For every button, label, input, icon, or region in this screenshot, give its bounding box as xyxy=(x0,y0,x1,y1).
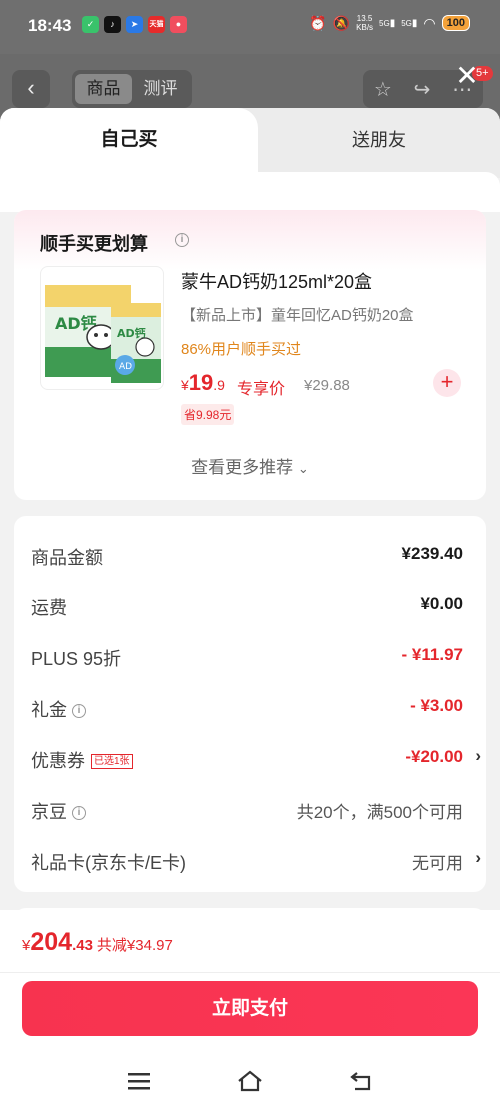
row-value: -¥20.00 xyxy=(405,747,463,766)
original-price: ¥29.88 xyxy=(304,377,350,394)
net-speed: 13.5 KB/s xyxy=(356,14,374,32)
tab-review[interactable]: 测评 xyxy=(132,74,189,104)
tmall-icon: 天猫 xyxy=(148,16,165,33)
row-goods-amount: 商品金额 ¥239.40 xyxy=(31,540,471,570)
purchase-percentage: 86%用户顺手买过 xyxy=(181,341,302,358)
signal-icon-2: 5G▮ xyxy=(401,17,418,29)
chevron-left-icon: ‹ xyxy=(27,75,35,100)
tiktok-icon: ♪ xyxy=(104,16,121,33)
status-time: 18:43 xyxy=(28,16,72,35)
home-icon[interactable] xyxy=(230,1066,270,1096)
total-reduction: 共减¥34.97 xyxy=(96,937,173,954)
status-right: ⏰ 🔕 13.5 KB/s 5G▮ 5G▮ ◠ 100 xyxy=(309,14,470,32)
background-header: ‹ 商品 测评 ☆ ↪ ⋯ xyxy=(0,54,500,114)
row-cash-gift: 礼金 i - ¥3.00 xyxy=(31,692,471,722)
row-label: 优惠券 已选1张 xyxy=(31,747,133,773)
chevron-right-icon: › xyxy=(475,746,481,765)
info-icon[interactable]: i xyxy=(72,806,87,821)
system-nav-bar xyxy=(0,1056,500,1111)
order-total: ¥204.43 共减¥34.97 xyxy=(22,928,173,956)
add-to-order-button[interactable]: + xyxy=(433,369,461,397)
row-label: 京豆 i xyxy=(31,798,87,824)
wechat-icon: ✓ xyxy=(82,16,99,33)
status-bar: 18:43 ✓ ♪ ➤ 天猫 ● ⏰ 🔕 13.5 KB/s 5G▮ 5G▮ ◠ … xyxy=(0,0,500,54)
row-value: 无可用 xyxy=(412,854,463,873)
product-name[interactable]: 蒙牛AD钙奶125ml*20盒 xyxy=(181,268,372,294)
bluebird-icon: ➤ xyxy=(126,16,143,33)
exclusive-price-label: 专享价 xyxy=(237,381,286,398)
row-value: - ¥11.97 xyxy=(401,645,463,664)
tab-gift-friend[interactable]: 送朋友 xyxy=(258,108,500,172)
row-gift-card[interactable]: 礼品卡(京东卡/E卡) 无可用 › xyxy=(31,845,481,875)
row-value: ¥239.40 xyxy=(401,544,463,563)
row-shipping: 运费 ¥0.00 xyxy=(31,590,471,620)
row-label: 礼金 i xyxy=(31,696,87,722)
share-icon[interactable]: ↪ xyxy=(414,77,431,102)
row-value: 共20个，满500个可用 xyxy=(296,803,463,822)
chevron-right-icon: › xyxy=(475,848,481,867)
addon-card: 顺手买更划算 i AD钙 AD钙 AD 蒙牛AD钙奶125ml*20盒 【新品上… xyxy=(14,210,486,500)
divider xyxy=(0,972,500,973)
savings-tag: 省9.98元 xyxy=(181,404,235,425)
svg-text:AD钙: AD钙 xyxy=(117,326,146,340)
alarm-icon: ⏰ xyxy=(309,14,327,31)
tab-product[interactable]: 商品 xyxy=(75,74,132,104)
price-summary-card: 商品金额 ¥239.40 运费 ¥0.00 PLUS 95折 - ¥11.97 … xyxy=(14,516,486,892)
svg-text:AD: AD xyxy=(119,362,132,372)
close-icon[interactable]: ✕ xyxy=(452,62,482,92)
addon-title: 顺手买更划算 xyxy=(40,234,148,254)
status-app-icons: ✓ ♪ ➤ 天猫 ● xyxy=(82,16,187,33)
row-label: 礼品卡(京东卡/E卡) xyxy=(31,853,186,873)
milk-box-illustration: AD钙 AD钙 AD xyxy=(45,285,161,383)
coupon-selected-tag: 已选1张 xyxy=(91,754,133,769)
product-price: ¥19.9 xyxy=(181,370,225,395)
wifi-icon: ◠ xyxy=(423,14,436,31)
star-icon[interactable]: ☆ xyxy=(374,77,392,102)
battery-indicator: 100 xyxy=(441,15,470,31)
tab-content-top xyxy=(0,172,500,212)
signal-icon-1: 5G▮ xyxy=(379,17,396,29)
row-label: PLUS 95折 xyxy=(31,649,122,669)
row-plus-discount: PLUS 95折 - ¥11.97 xyxy=(31,641,471,671)
product-tabs: 商品 测评 xyxy=(72,70,192,108)
row-coupon[interactable]: 优惠券 已选1张 -¥20.00 › xyxy=(31,743,481,773)
redapp-icon: ● xyxy=(170,16,187,33)
row-value: - ¥3.00 xyxy=(410,696,463,715)
product-description: 【新品上市】童年回忆AD钙奶20盒 xyxy=(181,307,414,324)
row-value: ¥0.00 xyxy=(420,594,463,613)
info-icon[interactable]: i xyxy=(175,233,189,247)
mute-icon: 🔕 xyxy=(332,14,351,31)
chevron-down-icon: ⌄ xyxy=(297,461,309,476)
back-nav-icon[interactable] xyxy=(341,1066,381,1096)
menu-icon[interactable] xyxy=(119,1066,159,1096)
see-more-recommendations[interactable]: 查看更多推荐 ⌄ xyxy=(14,453,486,478)
back-button[interactable]: ‹ xyxy=(12,70,50,108)
purchase-mode-tabs: 自己买 送朋友 xyxy=(0,108,500,190)
row-label: 运费 xyxy=(31,598,67,618)
info-icon[interactable]: i xyxy=(72,704,87,719)
pay-now-button[interactable]: 立即支付 xyxy=(22,981,478,1036)
product-image[interactable]: AD钙 AD钙 AD xyxy=(40,266,164,390)
plus-icon: + xyxy=(440,369,454,394)
row-jd-beans: 京豆 i 共20个，满500个可用 xyxy=(31,794,471,824)
row-label: 商品金额 xyxy=(31,548,103,568)
